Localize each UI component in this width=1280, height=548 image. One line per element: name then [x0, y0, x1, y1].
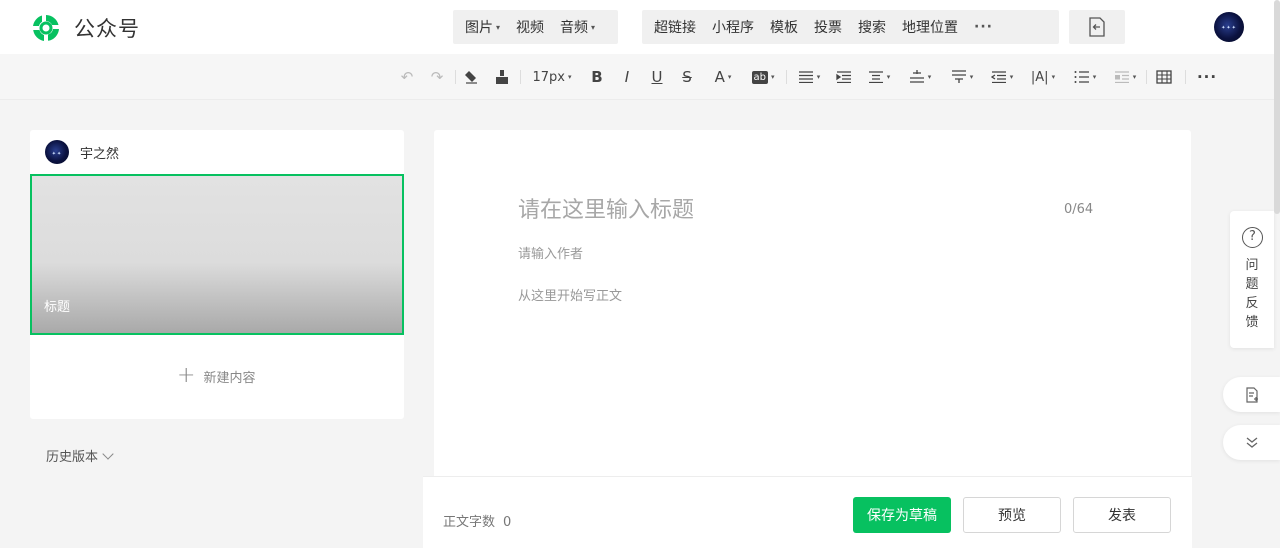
- preview-button[interactable]: 预览: [963, 497, 1061, 533]
- word-count: 正文字数 0: [443, 511, 511, 530]
- insert-template-label: 模板: [770, 20, 798, 36]
- chevron-down-icon: [102, 447, 114, 460]
- brand-name: 公众号: [74, 17, 140, 41]
- clear-format-icon[interactable]: [461, 66, 481, 88]
- import-document-icon: [1089, 17, 1105, 37]
- insert-search-label: 搜索: [858, 20, 886, 36]
- bottom-action-bar: 正文字数 0 保存为草稿 预览 发表: [423, 476, 1192, 548]
- account-avatar: ✦✦: [45, 140, 69, 164]
- font-size-value: 17px: [532, 69, 565, 85]
- scrollbar[interactable]: [1274, 0, 1280, 214]
- align-icon[interactable]: ▾: [794, 66, 824, 88]
- insert-hyperlink-label: 超链接: [654, 20, 696, 36]
- insert-vote-label: 投票: [814, 20, 842, 36]
- question-icon: ?: [1242, 227, 1263, 248]
- new-content-button[interactable]: + 新建内容: [177, 363, 256, 388]
- insert-mini-program[interactable]: 小程序: [704, 17, 762, 37]
- article-editor: 请在这里输入标题 0/64 请输入作者 从这里开始写正文: [434, 130, 1191, 480]
- avatar-stars-icon: ✦✦: [51, 150, 63, 157]
- account-row: ✦✦ 宇之然: [45, 140, 119, 164]
- underline-icon[interactable]: U: [647, 66, 667, 88]
- redo-icon[interactable]: ↷: [427, 66, 447, 88]
- word-count-label: 正文字数: [443, 515, 496, 530]
- document-plus-icon: [1245, 386, 1258, 403]
- insert-image-menu[interactable]: 图片 ▾: [457, 17, 508, 37]
- toolbar-divider: [786, 70, 787, 84]
- bold-icon[interactable]: B: [587, 66, 607, 88]
- caret-down-icon: ▾: [496, 22, 501, 32]
- toolbar-divider: [455, 70, 456, 84]
- user-avatar[interactable]: ✦✦✦: [1214, 12, 1244, 42]
- paragraph-spacing-icon[interactable]: ▾: [905, 66, 935, 88]
- line-spacing-icon[interactable]: ▾: [864, 66, 894, 88]
- plus-icon: +: [177, 363, 196, 388]
- caret-down-icon: ▾: [591, 22, 596, 32]
- insert-video-label: 视频: [516, 20, 545, 36]
- top-header: 公众号 图片 ▾ 视频 音频 ▾ 超链接 小程序 模板 投票 搜索 地理位置 ···…: [0, 0, 1280, 54]
- insert-image-label: 图片: [465, 20, 493, 36]
- history-versions-toggle[interactable]: 历史版本: [46, 446, 114, 465]
- double-chevron-down-icon: [1246, 436, 1257, 448]
- word-count-value: 0: [503, 515, 512, 530]
- scroll-bottom-button[interactable]: [1223, 425, 1280, 460]
- font-color-icon[interactable]: A ▾: [707, 66, 739, 88]
- article-settings-button[interactable]: [1223, 377, 1280, 412]
- article-card-title: 标题: [44, 300, 71, 315]
- more-icon[interactable]: ···: [1196, 66, 1218, 88]
- insert-hyperlink[interactable]: 超链接: [646, 17, 704, 37]
- insert-mini-program-label: 小程序: [712, 20, 754, 36]
- format-toolbar: ↶ ↷ 17px ▾ B I U S A ▾ ab ▾ ▾ ▾ ▾ ▾ ▾ |A| ▾ …: [0, 54, 1280, 100]
- insert-audio-menu[interactable]: 音频 ▾: [552, 17, 603, 37]
- feedback-label-char: 反: [1245, 296, 1259, 311]
- feedback-label: 问题反馈: [1230, 256, 1274, 332]
- feedback-button[interactable]: ? 问题反馈: [1230, 211, 1274, 348]
- avatar-stars-icon: ✦✦✦: [1221, 25, 1237, 32]
- content-insert-group: 超链接 小程序 模板 投票 搜索 地理位置 ···: [642, 10, 1059, 44]
- import-document-button[interactable]: [1069, 10, 1125, 44]
- feedback-label-char: 问: [1245, 258, 1259, 273]
- text-indent-icon[interactable]: ▾: [987, 66, 1017, 88]
- insert-vote[interactable]: 投票: [806, 17, 850, 37]
- toolbar-divider: [1185, 70, 1186, 84]
- strikethrough-icon[interactable]: S: [677, 66, 697, 88]
- table-format-icon[interactable]: ▾: [1110, 66, 1140, 88]
- author-input[interactable]: 请输入作者: [518, 243, 583, 262]
- caret-down-icon: ▾: [567, 73, 572, 81]
- table-icon[interactable]: [1154, 66, 1174, 88]
- italic-icon[interactable]: I: [617, 66, 637, 88]
- article-card[interactable]: 标题: [30, 174, 404, 335]
- publish-button[interactable]: 发表: [1073, 497, 1171, 533]
- insert-location-label: 地理位置: [902, 20, 958, 36]
- history-versions-label: 历史版本: [46, 450, 99, 465]
- brand-logo[interactable]: 公众号: [30, 12, 140, 44]
- article-list-panel: ✦✦ 宇之然 标题 + 新建内容: [30, 130, 404, 419]
- vertical-spacing-icon[interactable]: ▾: [947, 66, 977, 88]
- title-input[interactable]: 请在这里输入标题: [518, 192, 694, 224]
- indent-icon[interactable]: [834, 66, 854, 88]
- insert-search[interactable]: 搜索: [850, 17, 894, 37]
- format-painter-icon[interactable]: [492, 66, 512, 88]
- more-insert-icon[interactable]: ···: [966, 19, 1001, 35]
- body-input[interactable]: 从这里开始写正文: [518, 285, 622, 304]
- insert-template[interactable]: 模板: [762, 17, 806, 37]
- list-icon[interactable]: ▾: [1070, 66, 1100, 88]
- new-content-label: 新建内容: [203, 370, 256, 386]
- font-size-select[interactable]: 17px ▾: [528, 66, 576, 88]
- feedback-label-char: 馈: [1245, 315, 1259, 330]
- background-color-icon[interactable]: ab ▾: [748, 66, 778, 88]
- letter-spacing-icon[interactable]: |A| ▾: [1028, 66, 1058, 88]
- save-draft-button[interactable]: 保存为草稿: [853, 497, 951, 533]
- account-name: 宇之然: [80, 146, 120, 162]
- insert-location[interactable]: 地理位置: [894, 17, 966, 37]
- undo-icon[interactable]: ↶: [397, 66, 417, 88]
- insert-audio-label: 音频: [560, 20, 589, 36]
- feedback-label-char: 题: [1245, 277, 1259, 292]
- wechat-mp-logo-icon: [33, 15, 59, 41]
- insert-video-menu[interactable]: 视频: [508, 17, 552, 37]
- toolbar-divider: [1146, 70, 1147, 84]
- title-char-count: 0/64: [1064, 202, 1094, 217]
- toolbar-divider: [520, 70, 521, 84]
- media-insert-group: 图片 ▾ 视频 音频 ▾: [453, 10, 618, 44]
